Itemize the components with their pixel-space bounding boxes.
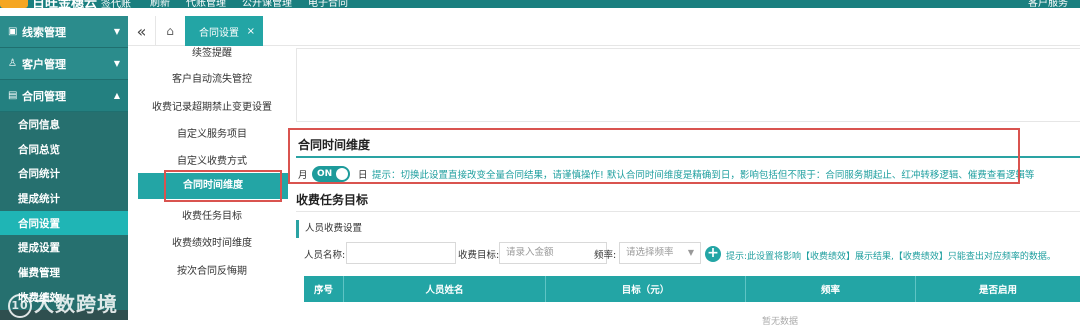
close-icon[interactable]: × bbox=[247, 26, 255, 37]
section-divider bbox=[296, 211, 1080, 212]
caret-down-icon: ▼ bbox=[113, 27, 120, 36]
sidebar-item-fee-collection[interactable]: 催费管理 bbox=[0, 260, 128, 285]
tab-public-course[interactable]: 公开课管理 bbox=[242, 0, 292, 8]
col-staff-name: 人员姓名 bbox=[344, 276, 546, 302]
sidebar-group-contracts[interactable]: ▤ 合同管理 ▲ bbox=[0, 80, 128, 112]
sidebar-item-contract-stats[interactable]: 合同统计 bbox=[0, 161, 128, 186]
col-enabled: 是否启用 bbox=[978, 285, 1017, 296]
col-index: 序号 bbox=[304, 276, 344, 302]
tab-contract-settings[interactable]: 合同设置 × bbox=[185, 16, 263, 46]
fee-target-tip: 提示:此设置将影响【收费绩效】展示结果,【收费绩效】只能查出对应频率的数据。 bbox=[726, 252, 1056, 262]
sidebar-item-contract-settings[interactable]: 合同设置 bbox=[0, 210, 128, 236]
chevron-down-icon: ▼ bbox=[687, 248, 694, 257]
subnav-item-fee-target[interactable]: 收费任务目标 bbox=[136, 207, 288, 222]
name-input[interactable] bbox=[346, 242, 456, 264]
caret-down-icon: ▼ bbox=[113, 59, 120, 68]
sidebar-item-contract-overview[interactable]: 合同总览 bbox=[0, 137, 128, 162]
col-target: 目标（元） bbox=[546, 276, 746, 302]
sidebar-submenu: 合同信息 合同总览 合同统计 提成统计 合同设置 提成设置 催费管理 收费绩效 bbox=[0, 112, 128, 310]
brand-title: 日旺金穗云 签代账 bbox=[32, 0, 132, 8]
caret-up-icon: ▲ bbox=[113, 91, 120, 100]
col-frequency: 频率 bbox=[746, 276, 916, 302]
top-bar: 日旺金穗云 签代账 刷新 代账管理 公开课管理 电子合同 客户服务 bbox=[0, 0, 1080, 8]
person-icon: ♙ bbox=[8, 58, 17, 69]
sidebar-item-contract-info[interactable]: 合同信息 bbox=[0, 112, 128, 137]
sidebar-group-customers[interactable]: ♙ 客户管理 ▼ bbox=[0, 48, 128, 80]
sidebar-item-commission-stats[interactable]: 提成统计 bbox=[0, 186, 128, 211]
panel-title: 人员收费设置 bbox=[296, 220, 1080, 238]
frequency-label: 频率: bbox=[594, 250, 617, 261]
section-title-fee-target: 收费任务目标 bbox=[296, 193, 369, 207]
subnav-item-refund-period[interactable]: 按次合同反悔期 bbox=[136, 262, 288, 277]
watermark-logo: 10 大数跨境 bbox=[8, 288, 118, 318]
empty-state: 暂无数据 bbox=[762, 317, 799, 327]
section-highlight-box bbox=[288, 128, 1020, 184]
frequency-select[interactable]: 请选择频率 ▼ bbox=[619, 242, 701, 264]
subnav-item-auto-churn[interactable]: 客户自动流失管控 bbox=[136, 70, 288, 85]
table-header: 序号 人员姓名 目标（元） 频率 是否启用 bbox=[304, 276, 1080, 302]
subnav-item-performance-time[interactable]: 收费绩效时间维度 bbox=[136, 234, 288, 249]
sidebar: ▣ 线索管理 ▼ ♙ 客户管理 ▼ ▤ 合同管理 ▲ 合同信息 合同总览 合同统… bbox=[0, 16, 128, 320]
refresh-button[interactable]: 刷新 bbox=[150, 0, 170, 8]
subnav-highlight-box bbox=[164, 170, 282, 202]
name-label: 人员名称: bbox=[304, 250, 346, 261]
subnav-item-fee-overdue-lock[interactable]: 收费记录超期禁止变更设置 bbox=[136, 98, 288, 113]
sidebar-group-leads[interactable]: ▣ 线索管理 ▼ bbox=[0, 16, 128, 48]
subnav-item-custom-services[interactable]: 自定义服务项目 bbox=[136, 125, 288, 140]
home-icon[interactable]: ⌂ bbox=[156, 16, 184, 46]
briefcase-icon: ▣ bbox=[8, 26, 18, 37]
previous-section-box bbox=[296, 48, 1080, 122]
tab-bar: « ⌂ 合同设置 × bbox=[128, 16, 1080, 46]
logo-badge bbox=[0, 0, 28, 8]
subnav-item-custom-payment[interactable]: 自定义收费方式 bbox=[136, 152, 288, 167]
subnav-item-renewal-reminder[interactable]: 续签提醒 bbox=[136, 44, 288, 59]
tab-e-contract[interactable]: 电子合同 bbox=[308, 0, 348, 8]
target-amount-input[interactable]: 请录入金额 bbox=[499, 242, 607, 264]
sidebar-item-commission-settings[interactable]: 提成设置 bbox=[0, 235, 128, 260]
top-tools: 刷新 代账管理 公开课管理 电子合同 bbox=[150, 0, 348, 8]
target-label: 收费目标: bbox=[458, 250, 500, 261]
tab-bookkeeping[interactable]: 代账管理 bbox=[186, 0, 226, 8]
document-icon: ▤ bbox=[8, 90, 18, 101]
user-menu[interactable]: 客户服务 bbox=[1028, 0, 1068, 8]
collapse-sidebar-icon[interactable]: « bbox=[128, 16, 156, 46]
